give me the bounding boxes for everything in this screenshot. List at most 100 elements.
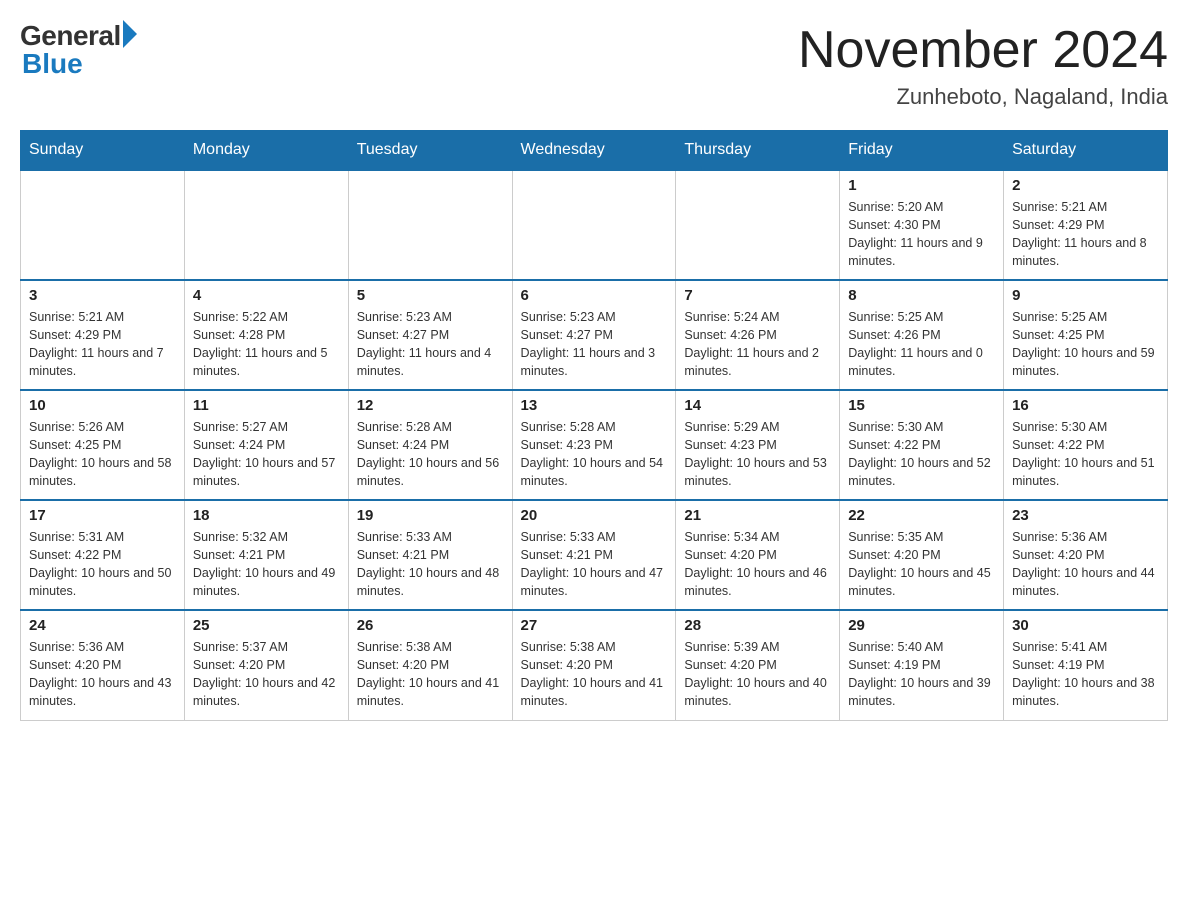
day-number: 5 — [357, 287, 504, 304]
day-info: Sunrise: 5:25 AMSunset: 4:26 PMDaylight:… — [848, 308, 995, 381]
day-number: 9 — [1012, 287, 1159, 304]
calendar-cell: 12 Sunrise: 5:28 AMSunset: 4:24 PMDayligh… — [348, 390, 512, 500]
day-info: Sunrise: 5:22 AMSunset: 4:28 PMDaylight:… — [193, 308, 340, 381]
logo-arrow-icon — [123, 20, 137, 48]
day-number: 27 — [521, 617, 668, 634]
day-info: Sunrise: 5:25 AMSunset: 4:25 PMDaylight:… — [1012, 308, 1159, 381]
calendar-cell — [512, 170, 676, 280]
day-number: 19 — [357, 507, 504, 524]
day-number: 13 — [521, 397, 668, 414]
calendar-cell — [21, 170, 185, 280]
calendar-cell: 15 Sunrise: 5:30 AMSunset: 4:22 PMDayligh… — [840, 390, 1004, 500]
calendar-cell: 14 Sunrise: 5:29 AMSunset: 4:23 PMDayligh… — [676, 390, 840, 500]
calendar-cell: 20Sunrise: 5:33 AMSunset: 4:21 PMDayligh… — [512, 500, 676, 610]
calendar-cell: 6 Sunrise: 5:23 AMSunset: 4:27 PMDaylight… — [512, 280, 676, 390]
week-row-3: 10Sunrise: 5:26 AMSunset: 4:25 PMDayligh… — [21, 390, 1168, 500]
logo-blue-text: Blue — [22, 48, 83, 80]
logo: General Blue — [20, 20, 137, 80]
week-row-2: 3 Sunrise: 5:21 AMSunset: 4:29 PMDaylight… — [21, 280, 1168, 390]
month-title: November 2024 — [798, 20, 1168, 80]
calendar-table: SundayMondayTuesdayWednesdayThursdayFrid… — [20, 130, 1168, 721]
day-info: Sunrise: 5:38 AMSunset: 4:20 PMDaylight:… — [357, 638, 504, 711]
day-info: Sunrise: 5:31 AMSunset: 4:22 PMDaylight:… — [29, 528, 176, 601]
day-info: Sunrise: 5:36 AMSunset: 4:20 PMDaylight:… — [29, 638, 176, 711]
week-row-1: 1 Sunrise: 5:20 AMSunset: 4:30 PMDaylight… — [21, 170, 1168, 280]
day-number: 29 — [848, 617, 995, 634]
calendar-cell: 13 Sunrise: 5:28 AMSunset: 4:23 PMDayligh… — [512, 390, 676, 500]
day-info: Sunrise: 5:30 AMSunset: 4:22 PMDaylight:… — [848, 418, 995, 491]
calendar-cell: 8 Sunrise: 5:25 AMSunset: 4:26 PMDaylight… — [840, 280, 1004, 390]
day-info: Sunrise: 5:41 AMSunset: 4:19 PMDaylight:… — [1012, 638, 1159, 711]
day-info: Sunrise: 5:40 AMSunset: 4:19 PMDaylight:… — [848, 638, 995, 711]
day-info: Sunrise: 5:35 AMSunset: 4:20 PMDaylight:… — [848, 528, 995, 601]
day-number: 12 — [357, 397, 504, 414]
day-number: 16 — [1012, 397, 1159, 414]
weekday-header-thursday: Thursday — [676, 131, 840, 171]
day-number: 30 — [1012, 617, 1159, 634]
day-info: Sunrise: 5:32 AMSunset: 4:21 PMDaylight:… — [193, 528, 340, 601]
calendar-cell — [184, 170, 348, 280]
day-number: 1 — [848, 177, 995, 194]
calendar-cell: 5 Sunrise: 5:23 AMSunset: 4:27 PMDaylight… — [348, 280, 512, 390]
day-number: 6 — [521, 287, 668, 304]
week-row-5: 24Sunrise: 5:36 AMSunset: 4:20 PMDayligh… — [21, 610, 1168, 720]
day-info: Sunrise: 5:33 AMSunset: 4:21 PMDaylight:… — [521, 528, 668, 601]
calendar-cell: 24Sunrise: 5:36 AMSunset: 4:20 PMDayligh… — [21, 610, 185, 720]
day-number: 25 — [193, 617, 340, 634]
day-info: Sunrise: 5:33 AMSunset: 4:21 PMDaylight:… — [357, 528, 504, 601]
calendar-cell: 17Sunrise: 5:31 AMSunset: 4:22 PMDayligh… — [21, 500, 185, 610]
day-number: 3 — [29, 287, 176, 304]
calendar-cell: 1 Sunrise: 5:20 AMSunset: 4:30 PMDaylight… — [840, 170, 1004, 280]
day-number: 23 — [1012, 507, 1159, 524]
calendar-cell: 23Sunrise: 5:36 AMSunset: 4:20 PMDayligh… — [1004, 500, 1168, 610]
day-number: 18 — [193, 507, 340, 524]
page-header: General Blue November 2024 Zunheboto, Na… — [20, 20, 1168, 110]
calendar-cell: 3 Sunrise: 5:21 AMSunset: 4:29 PMDaylight… — [21, 280, 185, 390]
calendar-cell: 25 Sunrise: 5:37 AMSunset: 4:20 PMDayligh… — [184, 610, 348, 720]
day-number: 21 — [684, 507, 831, 524]
day-info: Sunrise: 5:27 AMSunset: 4:24 PMDaylight:… — [193, 418, 340, 491]
day-info: Sunrise: 5:30 AMSunset: 4:22 PMDaylight:… — [1012, 418, 1159, 491]
weekday-header-monday: Monday — [184, 131, 348, 171]
week-row-4: 17Sunrise: 5:31 AMSunset: 4:22 PMDayligh… — [21, 500, 1168, 610]
day-number: 14 — [684, 397, 831, 414]
day-number: 28 — [684, 617, 831, 634]
weekday-header-saturday: Saturday — [1004, 131, 1168, 171]
day-info: Sunrise: 5:20 AMSunset: 4:30 PMDaylight:… — [848, 198, 995, 271]
calendar-cell: 22 Sunrise: 5:35 AMSunset: 4:20 PMDayligh… — [840, 500, 1004, 610]
calendar-cell — [348, 170, 512, 280]
day-info: Sunrise: 5:23 AMSunset: 4:27 PMDaylight:… — [357, 308, 504, 381]
calendar-cell: 9 Sunrise: 5:25 AMSunset: 4:25 PMDaylight… — [1004, 280, 1168, 390]
day-number: 22 — [848, 507, 995, 524]
day-info: Sunrise: 5:24 AMSunset: 4:26 PMDaylight:… — [684, 308, 831, 381]
day-number: 4 — [193, 287, 340, 304]
weekday-header-tuesday: Tuesday — [348, 131, 512, 171]
calendar-cell: 30 Sunrise: 5:41 AMSunset: 4:19 PMDayligh… — [1004, 610, 1168, 720]
calendar-cell: 28 Sunrise: 5:39 AMSunset: 4:20 PMDayligh… — [676, 610, 840, 720]
calendar-cell: 7Sunrise: 5:24 AMSunset: 4:26 PMDaylight… — [676, 280, 840, 390]
title-area: November 2024 Zunheboto, Nagaland, India — [798, 20, 1168, 110]
weekday-header-friday: Friday — [840, 131, 1004, 171]
day-info: Sunrise: 5:29 AMSunset: 4:23 PMDaylight:… — [684, 418, 831, 491]
calendar-cell: 4 Sunrise: 5:22 AMSunset: 4:28 PMDaylight… — [184, 280, 348, 390]
day-number: 15 — [848, 397, 995, 414]
day-info: Sunrise: 5:39 AMSunset: 4:20 PMDaylight:… — [684, 638, 831, 711]
calendar-cell: 18 Sunrise: 5:32 AMSunset: 4:21 PMDayligh… — [184, 500, 348, 610]
day-number: 11 — [193, 397, 340, 414]
calendar-cell: 10Sunrise: 5:26 AMSunset: 4:25 PMDayligh… — [21, 390, 185, 500]
calendar-cell: 26 Sunrise: 5:38 AMSunset: 4:20 PMDayligh… — [348, 610, 512, 720]
day-info: Sunrise: 5:28 AMSunset: 4:23 PMDaylight:… — [521, 418, 668, 491]
weekday-header-row: SundayMondayTuesdayWednesdayThursdayFrid… — [21, 131, 1168, 171]
calendar-cell: 27Sunrise: 5:38 AMSunset: 4:20 PMDayligh… — [512, 610, 676, 720]
day-number: 26 — [357, 617, 504, 634]
calendar-cell: 2Sunrise: 5:21 AMSunset: 4:29 PMDaylight… — [1004, 170, 1168, 280]
day-info: Sunrise: 5:21 AMSunset: 4:29 PMDaylight:… — [29, 308, 176, 381]
weekday-header-wednesday: Wednesday — [512, 131, 676, 171]
calendar-cell — [676, 170, 840, 280]
day-number: 2 — [1012, 177, 1159, 194]
day-info: Sunrise: 5:28 AMSunset: 4:24 PMDaylight:… — [357, 418, 504, 491]
day-info: Sunrise: 5:23 AMSunset: 4:27 PMDaylight:… — [521, 308, 668, 381]
day-number: 8 — [848, 287, 995, 304]
day-info: Sunrise: 5:37 AMSunset: 4:20 PMDaylight:… — [193, 638, 340, 711]
calendar-cell: 16 Sunrise: 5:30 AMSunset: 4:22 PMDayligh… — [1004, 390, 1168, 500]
